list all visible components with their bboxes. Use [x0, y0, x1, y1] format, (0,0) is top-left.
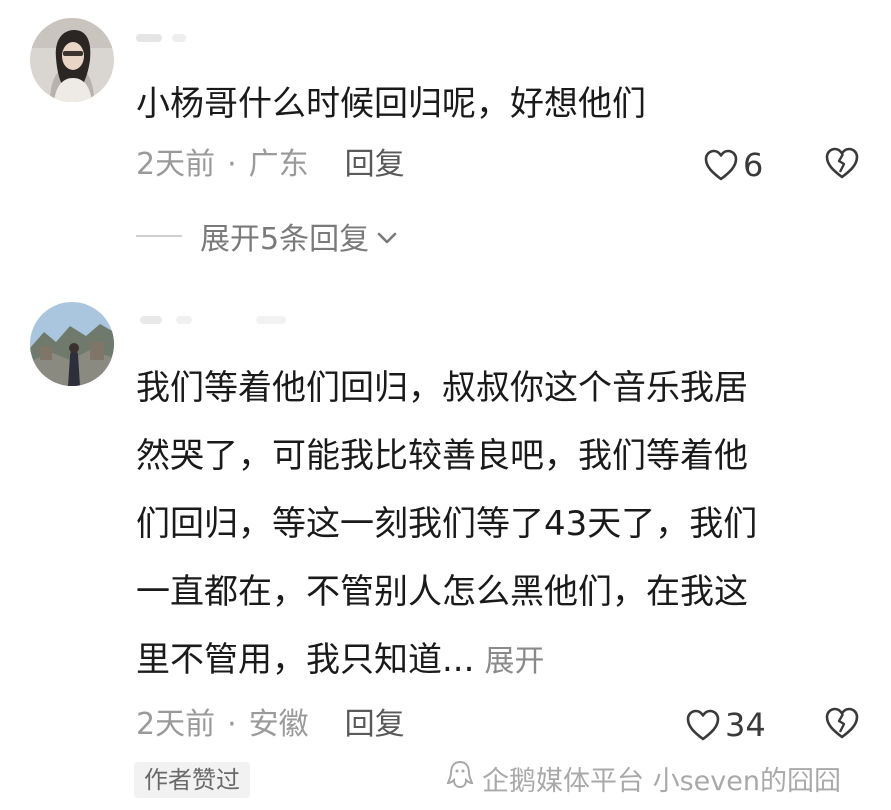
- watermark: 企鹅媒体平台 小seven的囧囧: [444, 758, 841, 798]
- expand-replies-label: 展开5条回复: [200, 222, 370, 257]
- comment-item: 小杨哥什么时候回归呢，好想他们 2天前 · 广东 回复 6 展开5条回复: [0, 0, 891, 270]
- comment-line: 一直都在，不管别人怎么黑他们，在我这: [136, 572, 748, 612]
- username-redacted[interactable]: [136, 30, 286, 46]
- comment-text: 小杨哥什么时候回归呢，好想他们: [136, 70, 646, 138]
- heart-outline-icon: [685, 708, 721, 742]
- penguin-logo-icon: [444, 759, 482, 798]
- comment-meta: 2天前 · 广东 回复: [136, 143, 405, 187]
- comment-item: 我们等着他们回归，叔叔你这个音乐我居 然哭了，可能我比较善良吧，我们等着他 们回…: [0, 290, 891, 810]
- like-count: 6: [743, 146, 764, 184]
- meta-separator: ·: [227, 707, 237, 742]
- comment-line: 们回归，等这一刻我们等了43天了，我们: [136, 504, 758, 544]
- watermark-text: 企鹅媒体平台 小seven的囧囧: [482, 765, 841, 797]
- comment-time: 2天前: [136, 147, 216, 182]
- avatar[interactable]: [30, 302, 114, 386]
- reply-button[interactable]: 回复: [345, 147, 405, 182]
- like-button[interactable]: 34: [685, 703, 766, 747]
- avatar[interactable]: [30, 18, 114, 102]
- dislike-button[interactable]: [822, 143, 862, 187]
- comment-line-last: 里不管用，我只知道... 展开: [136, 626, 757, 696]
- broken-heart-icon: [824, 146, 860, 184]
- comment-location: 安徽: [248, 707, 309, 742]
- chevron-down-icon: [375, 219, 399, 254]
- username-redacted[interactable]: [136, 312, 286, 328]
- like-count: 34: [725, 706, 766, 744]
- reply-button[interactable]: 回复: [345, 707, 405, 742]
- comment-location: 广东: [248, 147, 309, 182]
- comment-meta: 2天前 · 安徽 回复: [136, 703, 405, 747]
- author-liked-badge: 作者赞过: [134, 762, 250, 798]
- comment-time: 2天前: [136, 707, 216, 742]
- comment-line: 然哭了，可能我比较善良吧，我们等着他: [136, 436, 748, 476]
- like-button[interactable]: 6: [703, 143, 763, 187]
- expand-text-button[interactable]: 展开: [484, 644, 544, 679]
- heart-outline-icon: [703, 148, 739, 182]
- comment-line: 我们等着他们回归，叔叔你这个音乐我居: [136, 368, 748, 408]
- comment-text: 我们等着他们回归，叔叔你这个音乐我居 然哭了，可能我比较善良吧，我们等着他 们回…: [136, 354, 757, 696]
- meta-separator: ·: [227, 147, 237, 182]
- comment-line: 里不管用，我只知道...: [136, 640, 475, 680]
- broken-heart-icon: [824, 706, 860, 744]
- expand-replies-button[interactable]: 展开5条回复: [136, 214, 399, 258]
- divider-line: [136, 235, 182, 237]
- comment-line: 小杨哥什么时候回归呢，好想他们: [136, 84, 646, 124]
- dislike-button[interactable]: [822, 703, 862, 747]
